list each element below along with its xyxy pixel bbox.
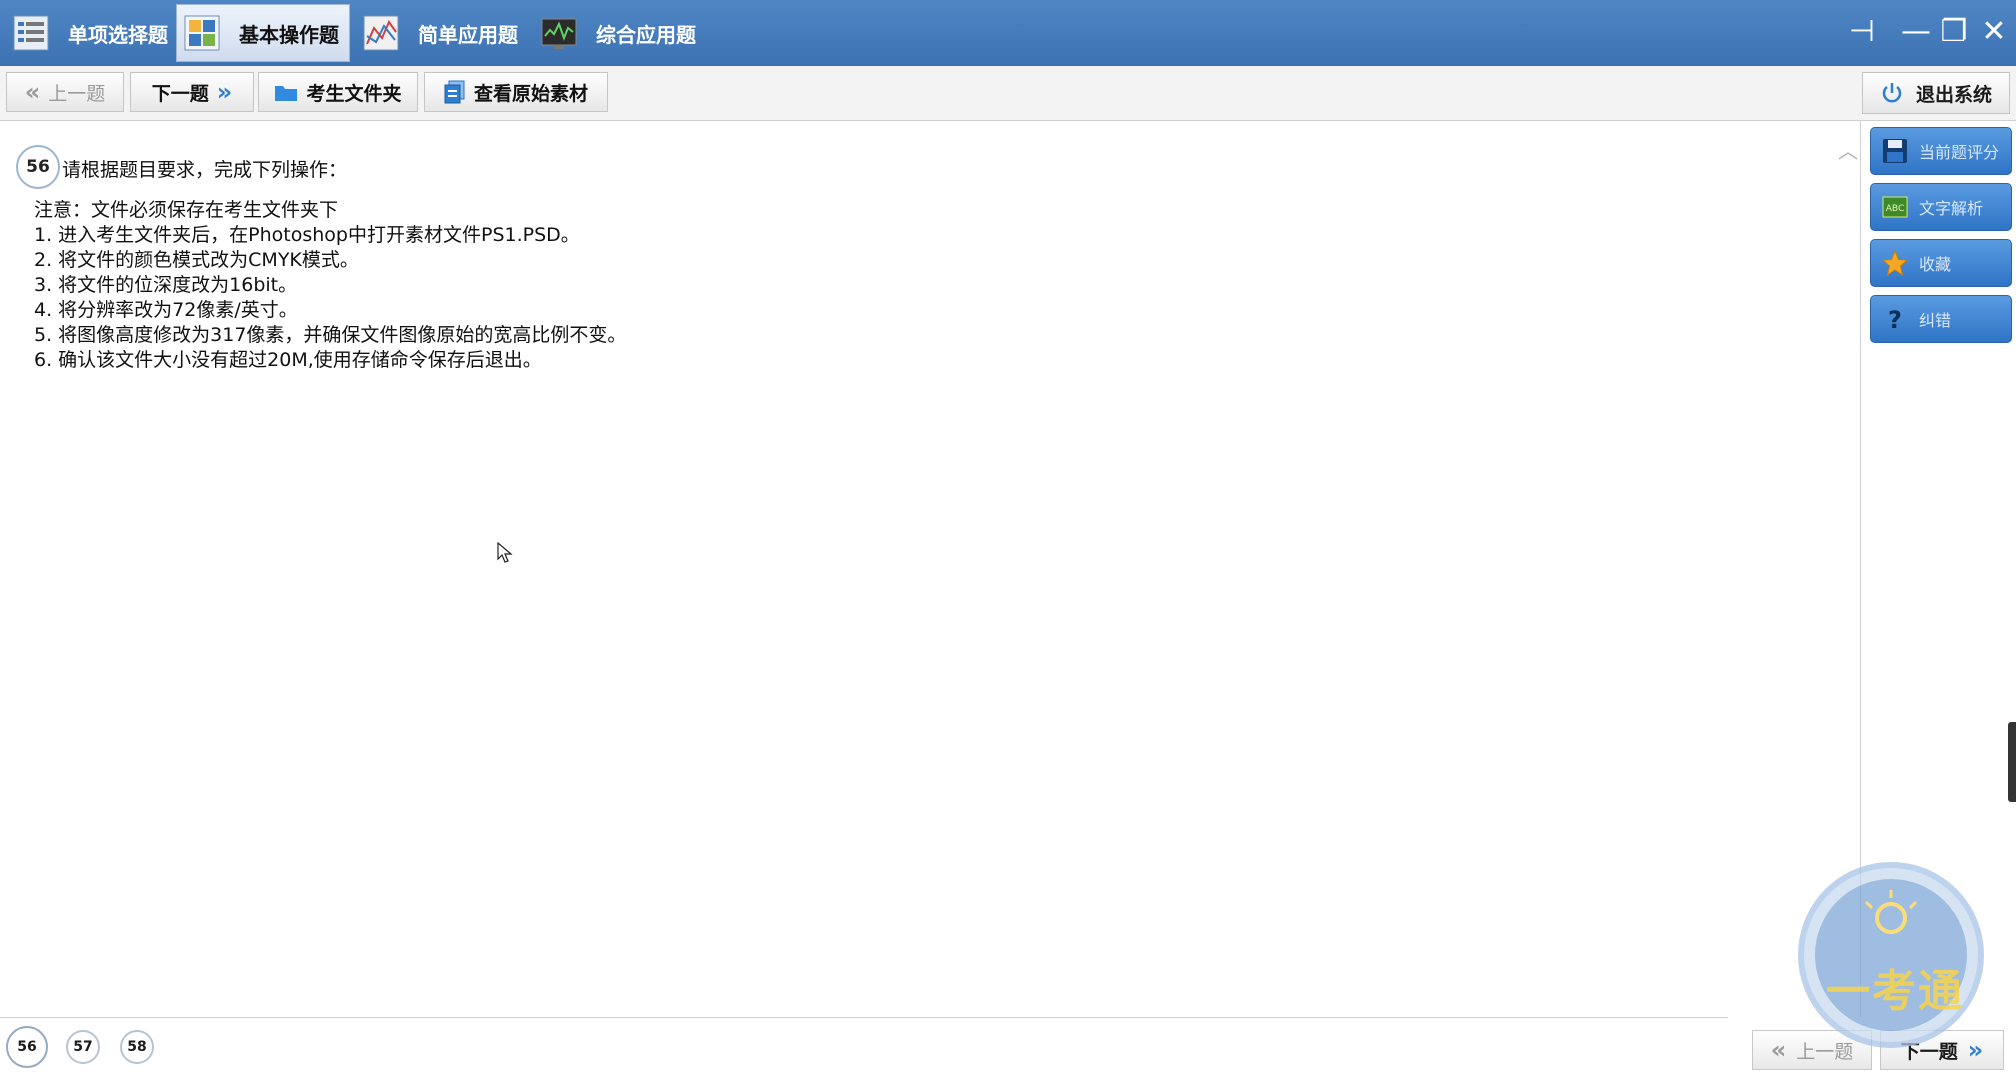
- question-step-1: 1. 进入考生文件夹后，在Photoshop中打开素材文件PS1.PSD。: [34, 224, 580, 246]
- question-icon: ?: [1888, 306, 1902, 333]
- tab-simple-application[interactable]: 简单应用题: [356, 4, 526, 62]
- minimize-button[interactable]: —: [1896, 12, 1936, 52]
- double-chevron-left-icon: «: [24, 78, 41, 106]
- page-number-56[interactable]: 56: [6, 1026, 48, 1068]
- toolbar: « 上一题 下一题 » 考生文件夹 查看原始素材: [0, 66, 2016, 121]
- page-number-57[interactable]: 57: [66, 1030, 100, 1064]
- scroll-up-arrow-icon[interactable]: ︿: [1838, 135, 1858, 164]
- tab-comprehensive-application[interactable]: 综合应用题: [534, 4, 710, 62]
- tab-single-choice[interactable]: 单项选择题: [6, 4, 172, 62]
- tab-basic-operation[interactable]: 基本操作题: [176, 4, 350, 62]
- next-label: 下一题: [151, 82, 209, 105]
- score-current-question-button[interactable]: 当前题评分: [1870, 127, 2012, 175]
- side-button-label: 纠错: [1919, 311, 1952, 330]
- exit-system-button[interactable]: 退出系统: [1862, 72, 2010, 114]
- report-error-button[interactable]: ? 纠错: [1870, 295, 2012, 343]
- pin-button[interactable]: ⊣: [1842, 12, 1882, 52]
- question-step-4: 4. 将分辨率改为72像素/英寸。: [34, 299, 298, 321]
- tab-label: 简单应用题: [418, 22, 518, 47]
- next-question-button[interactable]: 下一题 »: [130, 72, 254, 112]
- tab-label: 综合应用题: [596, 22, 696, 47]
- svg-text:?: ?: [1888, 306, 1902, 333]
- side-drawer-handle[interactable]: [2008, 722, 2016, 802]
- document-icon: [444, 80, 465, 104]
- text-analysis-icon: ABC: [1882, 196, 1908, 218]
- prev-label: 上一题: [48, 82, 106, 105]
- question-step-6: 6. 确认该文件大小没有超过20M,使用存储命令保存后退出。: [34, 349, 542, 371]
- save-icon: [1883, 139, 1907, 163]
- close-button[interactable]: ✕: [1974, 12, 2014, 52]
- bottom-divider: [0, 1017, 1728, 1018]
- question-panel: 56 请根据题目要求，完成下列操作： 注意：文件必须保存在考生文件夹下 1. 进…: [0, 121, 1861, 1017]
- chart-icon: [363, 15, 399, 51]
- folder-label: 考生文件夹: [306, 82, 402, 105]
- side-button-label: 当前题评分: [1919, 143, 2000, 162]
- material-label: 查看原始素材: [473, 82, 588, 105]
- page-number-58[interactable]: 58: [120, 1030, 154, 1064]
- svg-text:ABC: ABC: [1886, 204, 1904, 214]
- title-bar: 单项选择题 基本操作题 简单应用题 综合应用题 ⊣ — ❐ ✕: [0, 0, 2016, 66]
- question-note: 注意：文件必须保存在考生文件夹下: [34, 199, 339, 221]
- question-number-badge: 56: [16, 145, 60, 189]
- side-button-label: 收藏: [1919, 255, 1952, 274]
- tab-label: 基本操作题: [239, 22, 339, 47]
- star-icon: [1881, 249, 1909, 277]
- double-chevron-right-icon: »: [216, 78, 233, 106]
- double-chevron-left-icon: «: [1770, 1036, 1787, 1064]
- candidate-folder-button[interactable]: 考生文件夹: [258, 72, 418, 112]
- folder-icon: [275, 86, 298, 101]
- prev-question-button[interactable]: « 上一题: [6, 72, 124, 112]
- favorite-button[interactable]: 收藏: [1870, 239, 2012, 287]
- question-step-3: 3. 将文件的位深度改为16bit。: [34, 274, 298, 296]
- grid-icon: [184, 15, 220, 51]
- question-step-5: 5. 将图像高度修改为317像素，并确保文件图像原始的宽高比例不变。: [34, 324, 627, 346]
- restore-button[interactable]: ❐: [1934, 12, 1974, 52]
- power-icon: [1882, 83, 1902, 103]
- mouse-cursor-icon: [497, 542, 513, 563]
- list-icon: [13, 15, 49, 51]
- tab-label: 单项选择题: [68, 22, 168, 47]
- question-step-2: 2. 将文件的颜色模式改为CMYK模式。: [34, 249, 359, 271]
- text-analysis-button[interactable]: ABC 文字解析: [1870, 183, 2012, 231]
- side-button-label: 文字解析: [1919, 199, 1984, 218]
- question-title: 请根据题目要求，完成下列操作：: [62, 159, 348, 181]
- monitor-icon: [541, 18, 577, 49]
- watermark-text: 一考通: [1826, 966, 1964, 1017]
- exit-label: 退出系统: [1915, 83, 1992, 106]
- view-original-material-button[interactable]: 查看原始素材: [424, 72, 608, 112]
